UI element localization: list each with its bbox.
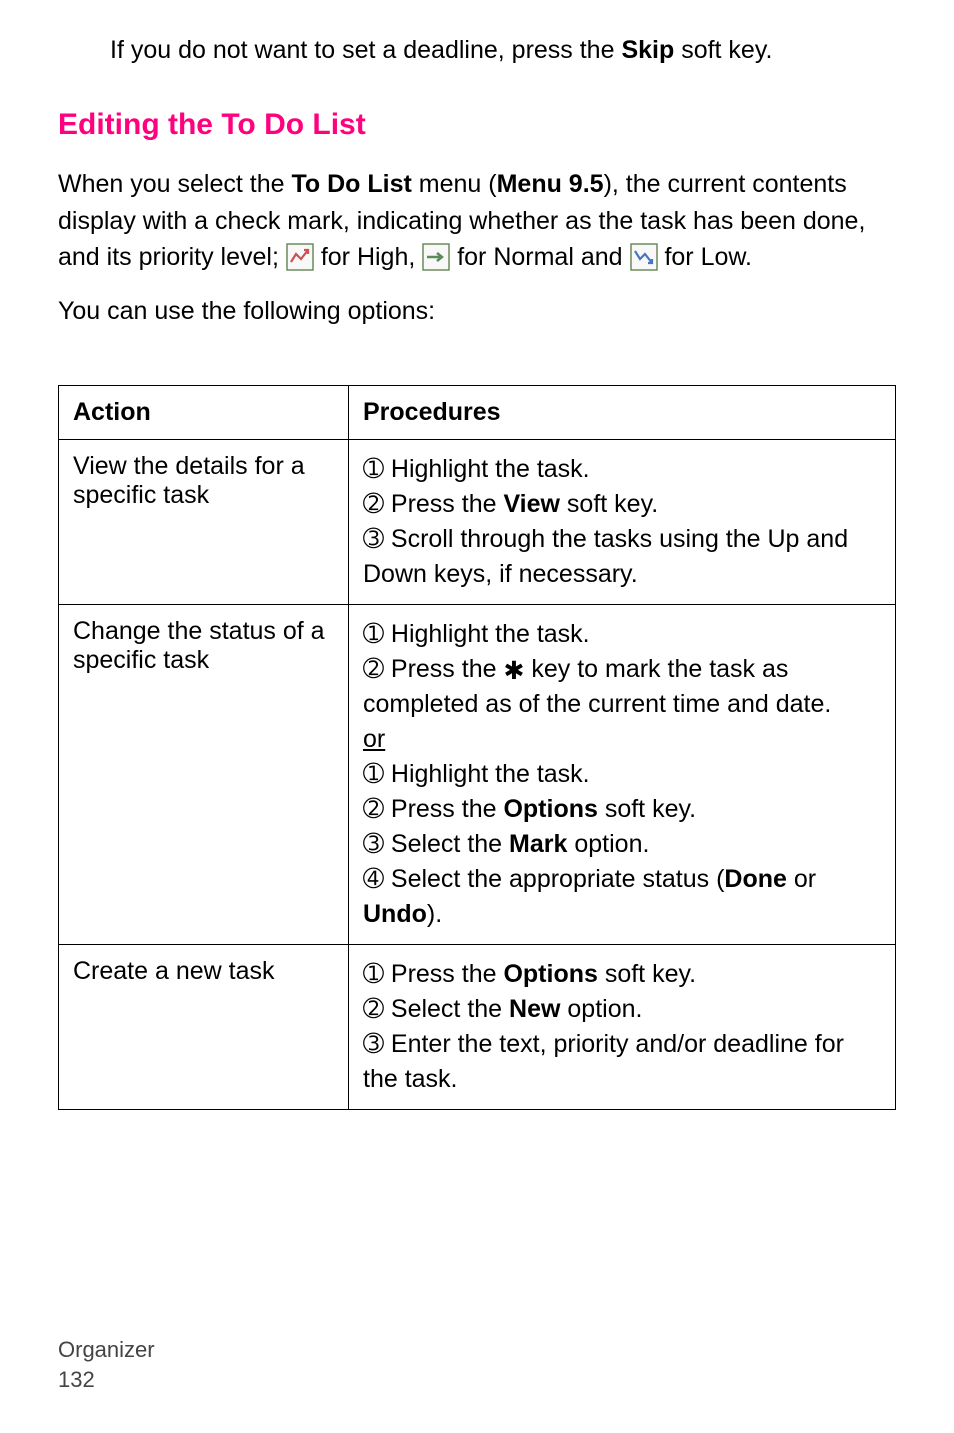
text: soft key.	[674, 36, 772, 64]
bold: Undo	[363, 900, 427, 928]
bold: Menu 9.5	[497, 170, 604, 198]
text: soft key.	[598, 795, 696, 823]
text: ).	[427, 900, 442, 928]
bold: Done	[724, 865, 787, 893]
text: ➃ Select the appropriate status (	[363, 865, 724, 893]
intro-paragraph: When you select the To Do List menu (Men…	[58, 166, 896, 275]
action-cell: Change the status of a specific task	[59, 605, 349, 945]
bold: Options	[503, 960, 597, 988]
priority-high-icon	[286, 243, 314, 271]
procedures-table: Action Procedures View the details for a…	[58, 385, 896, 1110]
text: menu (	[412, 170, 497, 198]
text: ➁ Press the	[363, 655, 503, 683]
footer-section: Organizer	[58, 1337, 155, 1363]
header-action: Action	[59, 386, 349, 440]
action-cell: Create a new task	[59, 945, 349, 1110]
or-underline: or	[363, 725, 385, 753]
bold: View	[503, 490, 560, 518]
text: ➀ Press the	[363, 960, 503, 988]
text: soft key.	[560, 490, 658, 518]
text: ➁ Select the	[363, 995, 509, 1023]
text: ➀ Highlight the task.	[363, 620, 590, 648]
text: When you select the	[58, 170, 291, 198]
page-number: 132	[58, 1367, 155, 1393]
bold: Mark	[509, 830, 567, 858]
intro-skip: If you do not want to set a deadline, pr…	[110, 32, 896, 68]
text: for High,	[314, 243, 422, 271]
bold: New	[509, 995, 560, 1023]
text: soft key.	[598, 960, 696, 988]
text: ➁ Press the	[363, 795, 503, 823]
text: for Normal and	[450, 243, 629, 271]
text: ➁ Press the	[363, 490, 503, 518]
text: ➀ Highlight the task.	[363, 760, 590, 788]
section-heading: Editing the To Do List	[58, 108, 896, 142]
text: option.	[567, 830, 649, 858]
text: ➂ Select the	[363, 830, 509, 858]
proc-cell: ➀ Highlight the task. ➁ Press the ✱ key …	[349, 605, 896, 945]
table-header-row: Action Procedures	[59, 386, 896, 440]
priority-normal-icon	[422, 243, 450, 271]
text: ➀ Highlight the task.	[363, 455, 590, 483]
bold: To Do List	[291, 170, 411, 198]
intro-options: You can use the following options:	[58, 293, 896, 329]
star-key-icon: ✱	[503, 652, 524, 687]
table-row: Create a new task ➀ Press the Options so…	[59, 945, 896, 1110]
text: ➂ Enter the text, priority and/or deadli…	[363, 1030, 844, 1093]
text: option.	[560, 995, 642, 1023]
action-cell: View the details for a specific task	[59, 440, 349, 605]
text: ➂ Scroll through the tasks using the Up …	[363, 525, 848, 588]
priority-low-icon	[630, 243, 658, 271]
table-row: View the details for a specific task ➀ H…	[59, 440, 896, 605]
table-row: Change the status of a specific task ➀ H…	[59, 605, 896, 945]
text: If you do not want to set a deadline, pr…	[110, 36, 621, 64]
proc-cell: ➀ Press the Options soft key. ➁ Select t…	[349, 945, 896, 1110]
text: or	[787, 865, 816, 893]
skip-bold: Skip	[621, 36, 674, 64]
proc-cell: ➀ Highlight the task. ➁ Press the View s…	[349, 440, 896, 605]
page-footer: Organizer 132	[58, 1337, 155, 1393]
bold: Options	[503, 795, 597, 823]
header-procedures: Procedures	[349, 386, 896, 440]
text: for Low.	[658, 243, 753, 271]
